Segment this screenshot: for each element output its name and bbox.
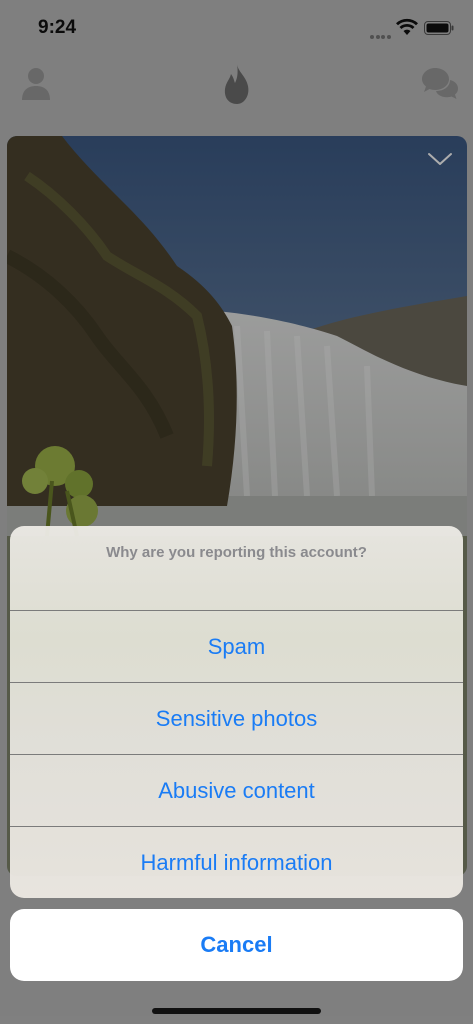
spam-option[interactable]: Spam — [10, 610, 463, 682]
abusive-content-option[interactable]: Abusive content — [10, 754, 463, 826]
action-sheet-title: Why are you reporting this account? — [106, 544, 367, 561]
sensitive-photos-option[interactable]: Sensitive photos — [10, 682, 463, 754]
report-action-sheet: Why are you reporting this account? Spam… — [10, 526, 463, 898]
cancel-button[interactable]: Cancel — [10, 909, 463, 981]
harmful-information-option[interactable]: Harmful information — [10, 826, 463, 898]
home-indicator[interactable] — [152, 1008, 321, 1014]
